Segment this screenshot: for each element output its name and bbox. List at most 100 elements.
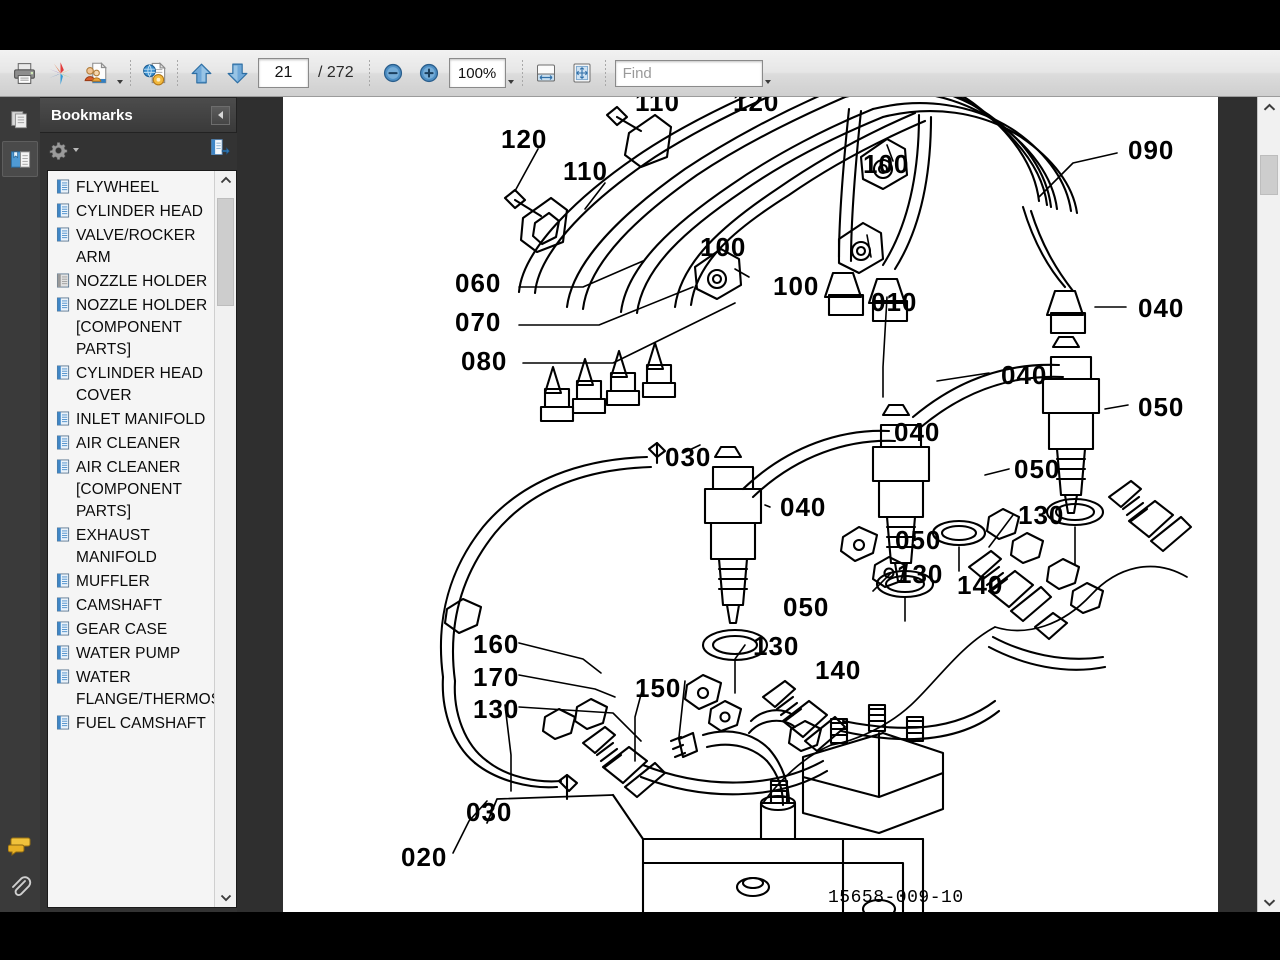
pages-thumbnail-tab[interactable]: [2, 101, 38, 137]
toolbar-separator-3: [368, 60, 370, 86]
bookmark-page-icon: [56, 365, 71, 380]
find-caret[interactable]: [763, 54, 774, 93]
bookmark-item[interactable]: AIR CLEANER [COMPONENT PARTS]: [52, 457, 215, 523]
bookmark-item-label: FLYWHEEL: [76, 179, 160, 196]
bookmark-page-icon: [56, 573, 71, 588]
bookmark-item[interactable]: FLYWHEEL: [52, 177, 215, 199]
bookmark-item[interactable]: CAMSHAFT: [52, 595, 215, 617]
toolbar-separator-1: [130, 60, 131, 86]
bookmark-item-label: WATER FLANGE/THERMOSTAT: [76, 669, 237, 708]
document-scroll-up-button[interactable]: [1258, 97, 1280, 117]
comment-bubbles-icon: [8, 837, 31, 856]
bookmark-item-label: CYLINDER HEAD COVER: [76, 365, 204, 404]
fit-page-button[interactable]: [564, 55, 600, 91]
bookmarks-scroll-down-button[interactable]: [215, 888, 236, 907]
diagram-callout-120: 120: [733, 97, 780, 117]
zoom-in-button[interactable]: [411, 55, 447, 91]
bookmark-item[interactable]: AIR CLEANER: [52, 433, 215, 455]
collapse-panel-button[interactable]: [211, 105, 230, 125]
bookmark-item[interactable]: CYLINDER HEAD COVER: [52, 363, 215, 407]
diagram-callout-100: 100: [700, 232, 747, 262]
diagram-callout-140: 140: [815, 655, 862, 685]
arrow-up-icon: [191, 63, 211, 83]
bookmark-item[interactable]: GEAR CASE: [52, 619, 215, 641]
bookmark-page-icon: [56, 179, 71, 194]
expand-current-bookmark-button[interactable]: [209, 137, 230, 163]
bookmark-page-icon: [56, 621, 71, 636]
fit-width-button[interactable]: [528, 55, 564, 91]
bookmark-options-button[interactable]: [49, 141, 79, 160]
collaborate-people-icon: [84, 61, 108, 84]
bookmark-item[interactable]: NOZZLE HOLDER [COMPONENT PARTS]: [52, 295, 215, 361]
document-viewer[interactable]: 110 120 120 110 100 090 100 060 100 010 040 070 040 0…: [237, 97, 1280, 912]
attach-email-button[interactable]: [136, 55, 172, 91]
bookmark-item[interactable]: WATER PUMP: [52, 643, 215, 665]
bookmark-item-label: EXHAUST MANIFOLD: [76, 527, 157, 566]
bookmarks-scrollbar-thumb[interactable]: [217, 198, 234, 306]
collaborate-caret[interactable]: [114, 54, 125, 93]
main-toolbar: 21 / 272 100% Find: [0, 50, 1280, 97]
diagram-callout-050: 050: [1138, 392, 1185, 422]
bookmarks-scrollbar[interactable]: [214, 171, 236, 907]
bookmark-item-label: MUFFLER: [76, 573, 150, 590]
find-input[interactable]: Find: [614, 59, 763, 87]
bookmarks-list[interactable]: FLYWHEEL CYLINDER HEAD VALVE/ROCKER ARM NOZ…: [47, 170, 237, 908]
document-scroll-down-button[interactable]: [1258, 892, 1280, 912]
next-page-button[interactable]: [219, 55, 255, 91]
bookmark-item[interactable]: VALVE/ROCKER ARM: [52, 225, 215, 269]
document-scrollbar[interactable]: [1257, 97, 1280, 912]
bookmarks-scroll-up-button[interactable]: [215, 171, 236, 190]
zoom-level-input[interactable]: 100%: [448, 58, 506, 88]
diagram-callout-010: 010: [871, 287, 918, 317]
toolbar-separator-2: [177, 60, 178, 86]
bookmark-item[interactable]: CYLINDER HEAD: [52, 201, 215, 223]
bookmark-item-label: WATER PUMP: [76, 645, 181, 662]
bookmark-page-icon: [56, 273, 71, 288]
bookmarks-tab[interactable]: [2, 141, 38, 177]
zoom-out-button[interactable]: [375, 55, 411, 91]
print-button[interactable]: [6, 55, 42, 91]
toolbar-separator-5: [604, 60, 606, 86]
diagram-callout-110: 110: [563, 156, 608, 186]
page-number-value: 21: [274, 64, 293, 81]
zoom-level-caret[interactable]: [506, 54, 517, 93]
bookmark-page-icon: [56, 227, 71, 242]
diagram-callout-040: 040: [894, 417, 941, 447]
page-title: Bookmarks: [51, 106, 133, 124]
fit-width-icon: [536, 64, 555, 82]
diagram-callout-050: 050: [895, 525, 942, 555]
diagram-callout-050: 050: [783, 592, 830, 622]
diagram-callout-130: 130: [1018, 500, 1065, 530]
previous-page-button[interactable]: [183, 55, 219, 91]
bookmarks-toolbar: [40, 133, 237, 167]
bookmark-item-label: AIR CLEANER [COMPONENT PARTS]: [76, 459, 182, 520]
bookmark-item[interactable]: EXHAUST MANIFOLD: [52, 525, 215, 569]
attachments-tab[interactable]: [2, 868, 38, 904]
pdf-reader-window: 21 / 272 100% Find Bookmarks FLYWHEEL CY…: [0, 50, 1280, 912]
diagram-callout-130: 130: [897, 559, 944, 589]
share-colorful-icon: [48, 61, 72, 85]
diagram-callout-040: 040: [1138, 293, 1185, 323]
bookmark-item-label: FUEL CAMSHAFT: [76, 715, 206, 732]
page-number-input[interactable]: 21: [258, 58, 309, 88]
comments-tab[interactable]: [2, 828, 38, 864]
zoom-out-icon: [383, 63, 402, 83]
gear-icon: [49, 141, 68, 160]
navigation-rail: [0, 97, 41, 912]
bookmark-item[interactable]: NOZZLE HOLDER: [52, 271, 215, 293]
bookmark-item[interactable]: INLET MANIFOLD: [52, 409, 215, 431]
share-button[interactable]: [42, 55, 78, 91]
bookmark-item[interactable]: FUEL CAMSHAFT: [52, 713, 215, 735]
bookmarks-panel-header: Bookmarks: [40, 97, 237, 133]
diagram-callout-080: 080: [461, 346, 508, 376]
bookmark-item-label: CYLINDER HEAD: [76, 203, 204, 220]
bookmark-item[interactable]: MUFFLER: [52, 571, 215, 593]
fit-page-icon: [573, 63, 591, 83]
bookmarks-list-scroll-content: FLYWHEEL CYLINDER HEAD VALVE/ROCKER ARM NOZ…: [48, 171, 236, 907]
chevron-down-icon: [1263, 898, 1275, 906]
diagram-callout-110: 110: [635, 97, 680, 117]
document-scrollbar-thumb[interactable]: [1260, 155, 1278, 195]
collaborate-button[interactable]: [78, 55, 114, 91]
bookmark-item[interactable]: WATER FLANGE/THERMOSTAT: [52, 667, 236, 711]
parts-diagram-artwork: [439, 97, 1193, 912]
